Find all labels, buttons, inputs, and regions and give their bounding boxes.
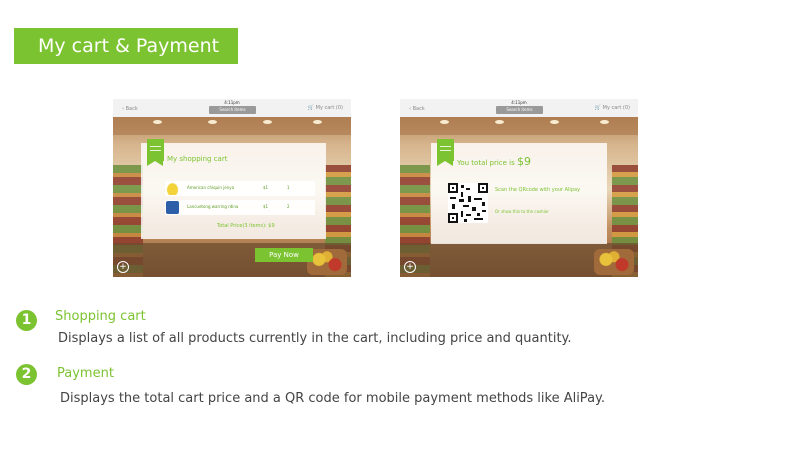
banana-icon [166, 182, 179, 195]
step-number-badge: 2 [16, 364, 37, 385]
total-label: You total price is [457, 159, 515, 167]
item-price: $1 [263, 204, 269, 209]
cart-item[interactable]: Lancuetong warring rdina $1 2 [165, 200, 315, 215]
cart-screen: 4:11pm ‹ Back Search items 🛒 My cart (0)… [113, 99, 351, 277]
section-description-payment: Displays the total cart price and a QR c… [60, 391, 606, 406]
back-label: Back [412, 106, 425, 112]
cashier-instruction: Or show this to the cashier [495, 209, 549, 214]
cart-button[interactable]: 🛒 My cart (0) [595, 105, 630, 111]
cart-title: My shopping cart [167, 155, 228, 163]
item-name: American chiquin jenya [187, 185, 235, 190]
total-amount: $9 [517, 155, 531, 168]
bookmark-icon [437, 139, 454, 166]
section-description-shopping-cart: Displays a list of all products currentl… [58, 331, 572, 346]
yogurt-icon [166, 201, 179, 214]
item-quantity[interactable]: 1 [287, 185, 290, 190]
qr-code[interactable] [448, 183, 488, 223]
item-price: $1 [263, 185, 269, 190]
bookmark-icon [147, 139, 164, 166]
back-button[interactable]: ‹ Back [122, 106, 138, 112]
cart-icon: 🛒 [594, 105, 602, 111]
status-bar: 4:11pm ‹ Back Search items 🛒 My cart (0) [400, 99, 638, 117]
step-number-badge: 1 [16, 310, 37, 331]
payment-panel: You total price is $9 Scan the QRcode wi… [431, 139, 607, 244]
section-title-payment: Payment [57, 366, 114, 381]
cart-item[interactable]: American chiquin jenya $1 1 [165, 181, 315, 196]
cart-icon: 🛒 [307, 105, 315, 111]
item-quantity[interactable]: 2 [287, 204, 290, 209]
search-button[interactable]: Search items [209, 106, 256, 114]
scan-instruction: Scan the QRcode with your Alipay [495, 187, 581, 193]
cart-panel: My shopping cart American chiquin jenya … [141, 139, 326, 239]
payment-screen: 4:11pm ‹ Back Search items 🛒 My cart (0)… [400, 99, 638, 277]
search-button[interactable]: Search items [496, 106, 543, 114]
back-button[interactable]: ‹ Back [409, 106, 425, 112]
payment-title: You total price is $9 [457, 155, 531, 168]
cart-button[interactable]: 🛒 My cart (0) [308, 105, 343, 111]
back-label: Back [125, 106, 138, 112]
status-bar: 4:11pm ‹ Back Search items 🛒 My cart (0) [113, 99, 351, 117]
plus-icon[interactable]: + [117, 261, 129, 273]
page-title: My cart & Payment [14, 28, 238, 64]
cart-label: My cart (0) [602, 105, 630, 111]
cart-label: My cart (0) [315, 105, 343, 111]
cart-total: Total Price(3 items): $9 [217, 223, 275, 229]
section-title-shopping-cart: Shopping cart [55, 309, 146, 324]
plus-icon[interactable]: + [404, 261, 416, 273]
pay-now-button[interactable]: Pay Now [255, 248, 313, 262]
item-name: Lancuetong warring rdina [187, 204, 239, 209]
